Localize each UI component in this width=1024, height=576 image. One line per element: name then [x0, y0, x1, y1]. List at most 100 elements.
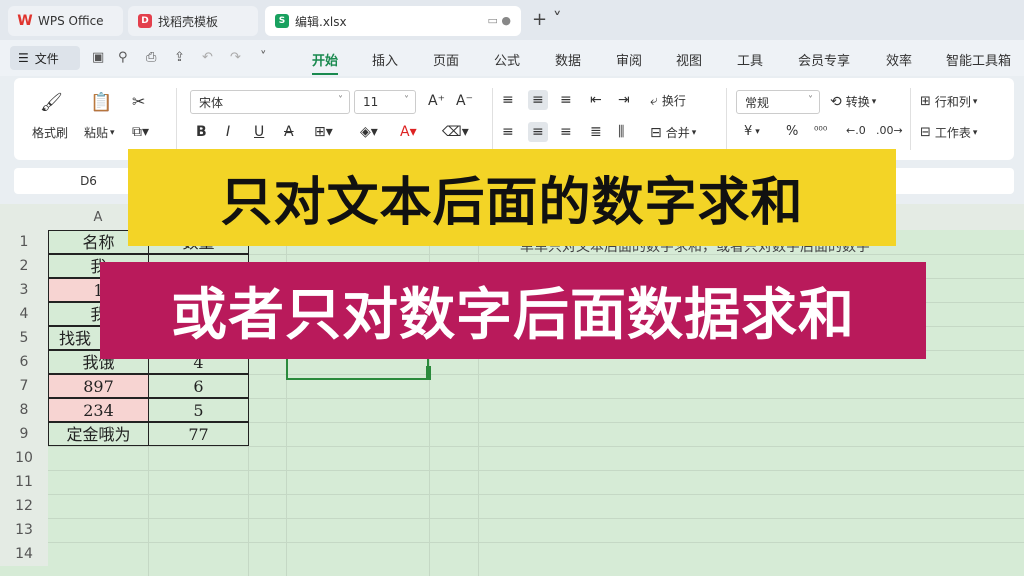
menu-formula[interactable]: 公式 [494, 50, 520, 69]
cell-b8[interactable]: 5 [148, 398, 249, 422]
menu-member[interactable]: 会员专享 [798, 50, 850, 69]
chevron-down-icon: ˅ [808, 95, 813, 106]
row-header[interactable]: 11 [0, 470, 48, 494]
cell-a9[interactable]: 定金哦为 [48, 422, 149, 446]
font-color-icon[interactable]: A▾ [400, 124, 417, 140]
underline-icon[interactable]: U [254, 124, 264, 140]
align-left-icon[interactable]: ≡ [502, 124, 514, 140]
increase-indent-icon[interactable]: ⇥ [618, 92, 630, 108]
italic-icon[interactable]: I [226, 124, 230, 140]
row-header[interactable]: 13 [0, 518, 48, 542]
number-format-select[interactable]: 常规 ˅ [736, 90, 820, 114]
menu-home[interactable]: 开始 [312, 50, 339, 75]
menu-data[interactable]: 数据 [555, 50, 581, 69]
row-header[interactable]: 8 [0, 398, 48, 422]
row-header[interactable]: 5 [0, 326, 48, 350]
overlay-title-line1: 只对文本后面的数字求和 [128, 149, 896, 246]
menu-review[interactable]: 审阅 [616, 50, 642, 69]
fill-color-icon[interactable]: ◈▾ [360, 124, 378, 140]
align-center-icon[interactable]: ≡ [528, 122, 548, 142]
menu-tools[interactable]: 工具 [737, 50, 763, 69]
bold-icon[interactable]: B [196, 124, 207, 140]
row-header[interactable]: 7 [0, 374, 48, 398]
align-middle-icon[interactable]: ≡ [528, 90, 548, 110]
hamburger-icon: ☰ [18, 51, 29, 65]
row-column-button[interactable]: ⊞ 行和列 ▾ [920, 93, 977, 110]
increase-font-icon[interactable]: A⁺ [428, 93, 445, 109]
decrease-font-icon[interactable]: A⁻ [456, 93, 473, 109]
clear-format-icon[interactable]: ⌫▾ [442, 124, 469, 140]
paste-icon[interactable]: 📋 [90, 92, 112, 113]
increase-decimal-icon[interactable]: ←.0 [846, 124, 866, 137]
tab-bar: W WPS Office D 找稻壳模板 S 编辑.xlsx ▭ ● + ˅ [0, 0, 1024, 40]
wrap-text-button[interactable]: ⤶ 换行 [650, 92, 686, 109]
chevron-down-icon: ▾ [871, 96, 877, 107]
font-size-select[interactable]: 11 ˅ [354, 90, 416, 114]
export-icon[interactable]: ⇪ [174, 50, 185, 65]
chevron-down-icon[interactable]: ˅ [260, 50, 267, 65]
wps-logo-icon: W [17, 13, 33, 29]
select-all-corner[interactable] [0, 204, 48, 230]
align-right-icon[interactable]: ≡ [560, 124, 572, 140]
worksheet-button[interactable]: ⊟ 工作表 ▾ [920, 124, 977, 141]
file-menu-label: 文件 [34, 51, 59, 66]
cell-a7[interactable]: 897 [48, 374, 149, 398]
format-painter-icon[interactable]: 🖌 [40, 92, 63, 113]
tab-wps-office[interactable]: W WPS Office [8, 6, 123, 36]
row-header[interactable]: 1 [0, 230, 48, 254]
convert-button[interactable]: ⟲ 转换 ▾ [830, 93, 876, 110]
decrease-indent-icon[interactable]: ⇤ [590, 92, 602, 108]
new-tab-button[interactable]: + ˅ [532, 9, 562, 30]
menu-view[interactable]: 视图 [676, 50, 702, 69]
spreadsheet-grid[interactable]: A 1 2 3 4 5 6 7 8 9 10 11 12 13 14 名称 数量… [0, 204, 1024, 576]
row-header[interactable]: 2 [0, 254, 48, 278]
paste-button[interactable]: 粘贴 ▾ [84, 124, 115, 141]
align-top-icon[interactable]: ≡ [502, 92, 514, 108]
cell-a8[interactable]: 234 [48, 398, 149, 422]
font-name-select[interactable]: 宋体 ˅ [190, 90, 350, 114]
row-header[interactable]: 14 [0, 542, 48, 566]
ribbon-toolbar: 🖌 格式刷 📋 粘贴 ▾ ✂ ⧉▾ 宋体 ˅ 11 ˅ A⁺ A⁻ B I U A… [14, 78, 1014, 160]
cell-b9[interactable]: 77 [148, 422, 249, 446]
convert-label: 转换 [845, 95, 870, 109]
thousands-icon[interactable]: ⁰⁰⁰ [814, 124, 827, 137]
undo-icon[interactable]: ↶ [202, 50, 213, 65]
wrap-icon: ⤶ [650, 92, 658, 109]
cell-b7[interactable]: 6 [148, 374, 249, 398]
row-header[interactable]: 10 [0, 446, 48, 470]
wrap-label: 换行 [661, 94, 686, 108]
paste-label: 粘贴 [84, 126, 109, 140]
chevron-down-icon: ˅ [338, 95, 343, 106]
decrease-decimal-icon[interactable]: .00→ [876, 124, 903, 137]
row-header[interactable]: 6 [0, 350, 48, 374]
file-menu-button[interactable]: ☰ 文件 [10, 46, 80, 70]
overlay-title-line2: 或者只对数字后面数据求和 [100, 262, 926, 359]
currency-button[interactable]: ¥ ▾ [744, 124, 760, 139]
menu-smart-toolbox[interactable]: 智能工具箱 [946, 50, 1011, 69]
row-header[interactable]: 3 [0, 278, 48, 302]
justify-icon[interactable]: ≣ [590, 124, 602, 140]
menu-page[interactable]: 页面 [433, 50, 459, 69]
menu-efficiency[interactable]: 效率 [886, 50, 912, 69]
redo-icon[interactable]: ↷ [230, 50, 241, 65]
row-header[interactable]: 4 [0, 302, 48, 326]
percent-button[interactable]: % [786, 124, 798, 139]
divider [492, 88, 493, 150]
row-header[interactable]: 9 [0, 422, 48, 446]
distribute-icon[interactable]: ⫼ [618, 124, 624, 140]
align-bottom-icon[interactable]: ≡ [560, 92, 572, 108]
cut-icon[interactable]: ✂ [132, 92, 145, 111]
merge-button[interactable]: ⊟ 合并 ▾ [650, 124, 696, 141]
share-icon[interactable]: ⚲ [118, 50, 128, 65]
print-icon[interactable]: ⎙ [146, 50, 156, 65]
strikethrough-icon[interactable]: A [284, 124, 294, 140]
fill-handle[interactable] [426, 366, 431, 380]
save-icon[interactable]: ▣ [92, 50, 104, 65]
row-header[interactable]: 12 [0, 494, 48, 518]
menu-insert[interactable]: 插入 [372, 50, 398, 69]
tab-template[interactable]: D 找稻壳模板 [128, 6, 258, 36]
copy-icon[interactable]: ⧉▾ [132, 124, 149, 140]
border-icon[interactable]: ⊞▾ [314, 124, 333, 140]
tab-spreadsheet[interactable]: S 编辑.xlsx ▭ ● [265, 6, 521, 36]
format-painter-label[interactable]: 格式刷 [32, 124, 68, 141]
